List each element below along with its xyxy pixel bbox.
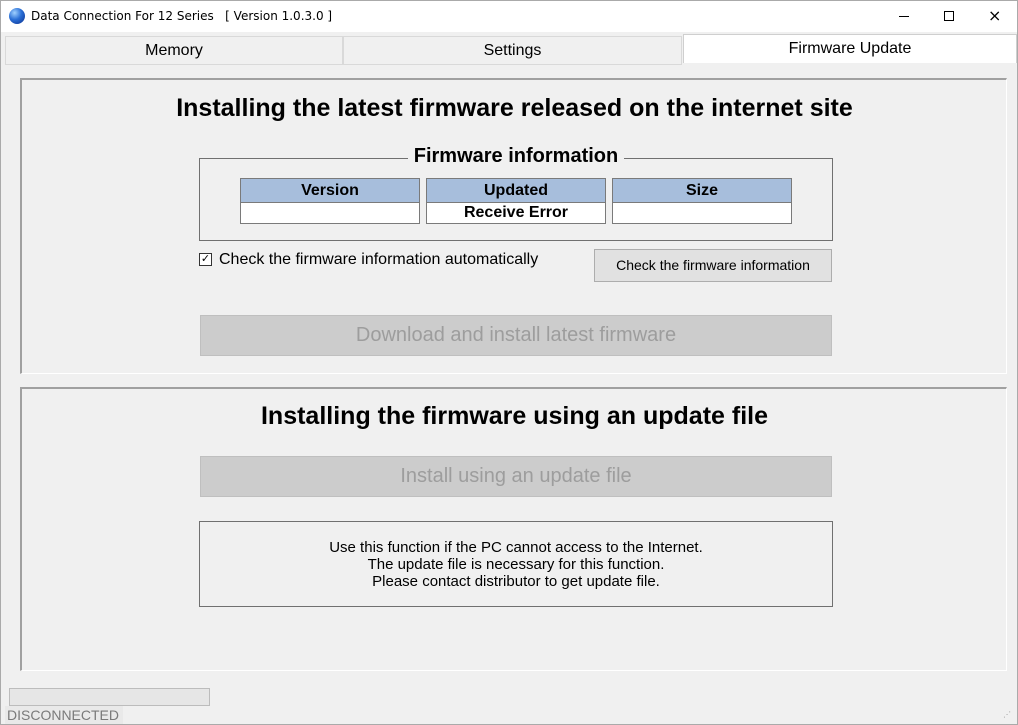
file-section-heading: Installing the firmware using an update … [260, 402, 769, 430]
status-bar: DISCONNECTED ⋰ [1, 686, 1017, 724]
maximize-icon [944, 11, 954, 21]
minimize-icon [899, 16, 909, 17]
globe-icon [9, 8, 25, 24]
app-window: Data Connection For 12 Series [ Version … [0, 0, 1018, 725]
maximize-button[interactable] [926, 1, 972, 32]
tab-memory[interactable]: Memory [5, 36, 343, 65]
auto-check-checkbox[interactable]: ✓ [199, 253, 212, 266]
auto-check-label[interactable]: Check the firmware information automatic… [219, 251, 538, 269]
file-update-panel: Installing the firmware using an update … [20, 387, 1007, 671]
tab-firmware-update[interactable]: Firmware Update [683, 34, 1017, 63]
firmware-info-group: Firmware information Version Updated Siz… [199, 145, 833, 241]
minimize-button[interactable] [881, 1, 927, 32]
version-header: Version [240, 178, 420, 203]
title-bar[interactable]: Data Connection For 12 Series [ Version … [1, 1, 1017, 32]
size-value [612, 202, 792, 224]
progress-bar [9, 688, 210, 706]
firmware-info-title: Firmware information [407, 145, 625, 167]
info-line: Use this function if the PC cannot acces… [329, 539, 703, 556]
tab-settings[interactable]: Settings [343, 36, 682, 65]
tab-strip: Memory Settings Firmware Update [5, 34, 1017, 65]
version-value [240, 202, 420, 224]
connection-status: DISCONNECTED [5, 706, 124, 724]
updated-header: Updated [426, 178, 606, 203]
download-install-button[interactable]: Download and install latest firmware [200, 315, 832, 356]
internet-update-panel: Installing the latest firmware released … [20, 78, 1007, 374]
install-update-file-button[interactable]: Install using an update file [200, 456, 832, 497]
close-button[interactable]: × [972, 1, 1018, 32]
info-line: Please contact distributor to get update… [372, 573, 660, 590]
resize-grip-icon[interactable]: ⋰ [1003, 710, 1013, 720]
close-icon: × [988, 6, 1002, 25]
check-firmware-info-button[interactable]: Check the firmware information [594, 249, 832, 282]
update-file-info-box: Use this function if the PC cannot acces… [199, 521, 833, 607]
info-line: The update file is necessary for this fu… [367, 556, 665, 573]
size-header: Size [612, 178, 792, 203]
internet-section-heading: Installing the latest firmware released … [176, 94, 853, 122]
updated-value: Receive Error [426, 202, 606, 224]
window-title: Data Connection For 12 Series [ Version … [31, 9, 333, 23]
